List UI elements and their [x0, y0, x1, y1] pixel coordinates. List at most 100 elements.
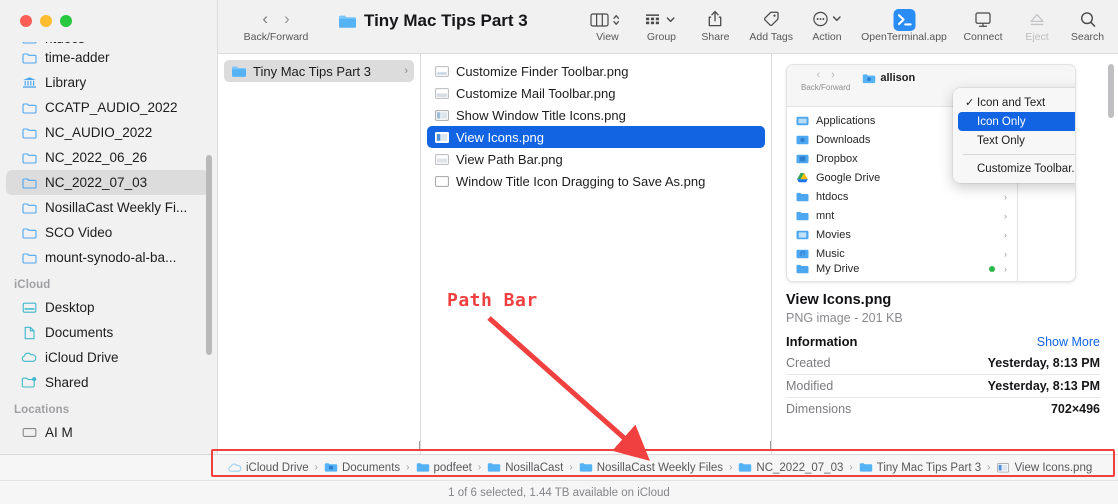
sidebar-item-ai-m[interactable]: AI M [6, 420, 209, 445]
menu-item-icon-only[interactable]: Icon Only [958, 112, 1076, 131]
folder-icon [230, 64, 247, 78]
terminal-app-icon [892, 6, 917, 32]
sidebar-item-label: time-adder [45, 50, 110, 65]
open-terminal-app-label: OpenTerminal.app [861, 31, 947, 43]
forward-button[interactable]: › [284, 9, 290, 29]
back-button[interactable]: ‹ [262, 9, 268, 29]
path-separator-icon: › [315, 462, 318, 473]
sidebar-item-sco-video[interactable]: SCO Video [6, 220, 209, 245]
group-button[interactable]: Group [634, 0, 688, 43]
minimize-window-button[interactable] [40, 15, 52, 27]
window-title[interactable]: Tiny Mac Tips Part 3 [338, 11, 528, 31]
png-thumb-icon [433, 64, 450, 78]
group-by-icon [644, 6, 678, 32]
file-row-view-icons[interactable]: View Icons.png [427, 126, 765, 148]
sidebar-item-nc-2022-06-26[interactable]: NC_2022_06_26 [6, 145, 209, 170]
path-crumb-podfeet[interactable]: podfeet [416, 462, 472, 474]
thumbnail-sidebar-label: htdocs [816, 191, 848, 203]
add-tags-button-label: Add Tags [749, 31, 793, 43]
path-crumb-nc-2022-07-03[interactable]: NC_2022_07_03 [738, 462, 843, 474]
path-crumb-label: podfeet [434, 462, 472, 474]
sidebar-item-icloud-drive[interactable]: iCloud Drive [6, 345, 209, 370]
sidebar-item-library[interactable]: Library [6, 70, 209, 95]
column-item-label: Tiny Mac Tips Part 3 [253, 64, 371, 79]
connect-button[interactable]: Connect [954, 0, 1012, 43]
file-row-customize-mail-toolbar[interactable]: Customize Mail Toolbar.png [427, 82, 765, 104]
menu-item-customize-toolbar[interactable]: Customize Toolbar... [958, 159, 1076, 178]
zoom-window-button[interactable] [60, 15, 72, 27]
file-row-window-title-icon-dragging[interactable]: Window Title Icon Dragging to Save As.pn… [427, 170, 765, 192]
file-row-show-window-title-icons[interactable]: Show Window Title Icons.png [427, 104, 765, 126]
path-crumb-icloud-drive[interactable]: iCloud Drive [228, 462, 309, 474]
share-button[interactable]: Share [688, 0, 742, 43]
folder-icon [859, 462, 873, 474]
open-terminal-app-button[interactable]: OpenTerminal.app [854, 0, 954, 43]
desktop-icon [20, 300, 38, 316]
folder-icon [20, 50, 38, 66]
back-forward-buttons: ‹ › [262, 6, 289, 32]
sidebar-item-label: SCO Video [45, 225, 112, 240]
finder-window: htdocs time-adder Library [0, 0, 1118, 504]
sidebar-scrollbar[interactable] [206, 155, 212, 355]
cloud-icon [228, 462, 242, 474]
sidebar-item-shared[interactable]: Shared [6, 370, 209, 395]
path-crumb-nosillacast-weekly-files[interactable]: NosillaCast Weekly Files [579, 462, 723, 474]
file-row-view-path-bar[interactable]: View Path Bar.png [427, 148, 765, 170]
sidebar-item-ccatp-audio-2022[interactable]: CCATP_AUDIO_2022 [6, 95, 209, 120]
path-crumb-nosillacast[interactable]: NosillaCast [487, 462, 563, 474]
sidebar-item-nosillacast-weekly-files[interactable]: NosillaCast Weekly Fi... [6, 195, 209, 220]
file-row-label: Customize Finder Toolbar.png [456, 64, 628, 79]
back-forward-group: ‹ › Back/Forward [230, 0, 322, 43]
sidebar-item-label: Documents [45, 325, 113, 340]
shared-folder-icon [20, 375, 38, 391]
sidebar-item-nc-2022-07-03[interactable]: NC_2022_07_03 [6, 170, 209, 195]
menu-item-icon-and-text[interactable]: ✓ Icon and Text [958, 93, 1076, 112]
path-crumb-documents[interactable]: Documents [324, 462, 400, 474]
chevron-right-icon: › [1004, 192, 1007, 202]
folder-icon [20, 150, 38, 166]
sidebar-item-time-adder[interactable]: time-adder [6, 45, 209, 70]
sidebar-item-label: mount-synodo-al-ba... [45, 250, 176, 265]
search-button[interactable]: Search [1062, 0, 1118, 43]
thumbnail-nav-label: Back/Forward [801, 83, 850, 92]
preview-thumbnail-image: ‹ › Back/Forward [786, 64, 1076, 282]
sidebar-item-nc-audio-2022[interactable]: NC_AUDIO_2022 [6, 120, 209, 145]
view-button[interactable]: View [580, 0, 634, 43]
info-row-modified: Modified Yesterday, 8:13 PM [786, 375, 1100, 398]
eject-button[interactable]: Eject [1012, 0, 1062, 43]
show-more-link[interactable]: Show More [1037, 335, 1100, 349]
file-row-customize-finder-toolbar[interactable]: Customize Finder Toolbar.png [427, 60, 765, 82]
sidebar-item-desktop[interactable]: Desktop [6, 295, 209, 320]
preview-scrollbar[interactable] [1108, 64, 1114, 118]
close-window-button[interactable] [20, 15, 32, 27]
sidebar-item-documents[interactable]: Documents [6, 320, 209, 345]
folder-icon [20, 250, 38, 266]
back-forward-label: Back/Forward [244, 31, 309, 43]
window-body: htdocs time-adder Library [0, 0, 1118, 454]
menu-item-label: Icon Only [977, 116, 1026, 128]
info-row-value: Yesterday, 8:13 PM [988, 379, 1100, 393]
sidebar-item-label: htdocs [45, 42, 85, 45]
path-separator-icon: › [569, 462, 572, 473]
menu-item-text-only[interactable]: Text Only [958, 131, 1076, 150]
png-thumb-icon [433, 108, 450, 122]
sidebar-item-label: AI M [45, 425, 73, 440]
folder-icon [20, 125, 38, 141]
sidebar-item-label: CCATP_AUDIO_2022 [45, 100, 178, 115]
folder-icon [20, 200, 38, 216]
png-thumb-icon [433, 152, 450, 166]
toolbar-actions: View Group [580, 0, 1118, 43]
thumbnail-title-text: allison [880, 72, 915, 84]
action-button[interactable]: Action [800, 0, 854, 43]
folder-icon [796, 211, 811, 221]
column-item-tiny-mac-tips-part-3[interactable]: Tiny Mac Tips Part 3 › [224, 60, 414, 82]
chevron-right-icon: › [1004, 211, 1007, 221]
thumbnail-sidebar-item: htdocs › [787, 187, 1017, 206]
sidebar-item-mount-synodo[interactable]: mount-synodo-al-ba... [6, 245, 209, 270]
sidebar-item-label: Shared [45, 375, 89, 390]
info-row-key: Modified [786, 379, 833, 393]
path-crumb-view-icons-png[interactable]: View Icons.png [996, 462, 1092, 474]
path-crumb-tiny-mac-tips-part-3[interactable]: Tiny Mac Tips Part 3 [859, 462, 981, 474]
add-tags-button[interactable]: Add Tags [742, 0, 800, 43]
thumbnail-sidebar-label: Google Drive [816, 172, 880, 184]
